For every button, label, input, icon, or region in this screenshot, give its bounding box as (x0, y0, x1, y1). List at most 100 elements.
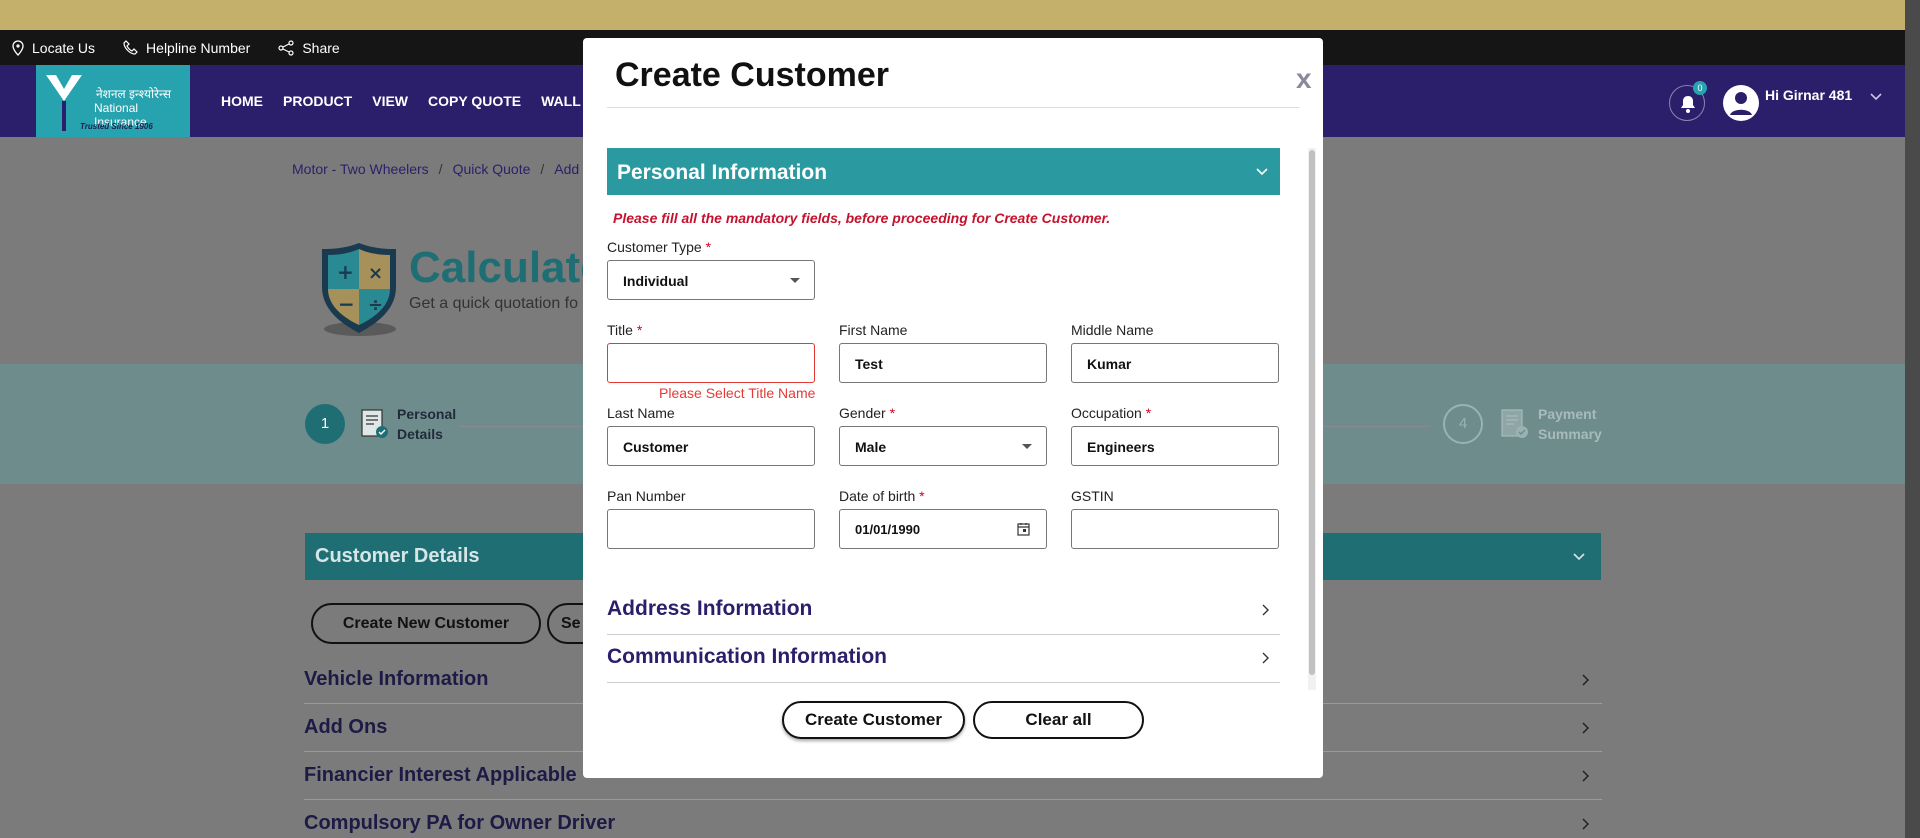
window-edge (1905, 0, 1920, 838)
nav-copy-quote[interactable]: COPY QUOTE (428, 93, 521, 109)
step-4-line-1: Payment (1538, 406, 1597, 422)
last-name-field[interactable]: Customer (607, 426, 815, 466)
breadcrumb-item[interactable]: Add (554, 161, 579, 177)
occupation-label: Occupation * (1071, 405, 1151, 421)
chevron-down-icon (1573, 553, 1585, 561)
gender-label: Gender * (839, 405, 895, 421)
accordion-label: Add Ons (304, 716, 388, 738)
accordion-compulsory-pa[interactable]: Compulsory PA for Owner Driver (304, 800, 1602, 838)
nav-product[interactable]: PRODUCT (283, 93, 352, 109)
required-marker: * (636, 322, 643, 338)
step-4-indicator: 4 (1443, 404, 1483, 444)
occupation-label-text: Occupation (1071, 405, 1142, 421)
required-marker: * (1145, 405, 1152, 421)
page-subtitle: Get a quick quotation fo (409, 295, 578, 312)
dob-value: 01/01/1990 (855, 522, 921, 537)
gender-value: Male (855, 439, 887, 455)
mandatory-warning: Please fill all the mandatory fields, be… (613, 210, 1111, 226)
personal-information-title: Personal Information (617, 161, 828, 184)
chevron-right-icon (1582, 674, 1590, 686)
accordion-label: Vehicle Information (304, 668, 489, 690)
dropdown-caret-icon (1022, 444, 1032, 449)
chevron-right-icon (1582, 722, 1590, 734)
create-customer-modal: Create Customer x Personal Information P… (583, 38, 1323, 778)
title-select[interactable] (607, 343, 815, 383)
gender-select[interactable]: Male (839, 426, 1047, 466)
nav-home[interactable]: HOME (221, 93, 263, 109)
page-title: Calculate (409, 243, 605, 292)
title-error-message: Please Select Title Name (659, 385, 816, 401)
user-avatar[interactable] (1723, 85, 1759, 121)
communication-information-row[interactable]: Communication Information (607, 635, 1280, 683)
customer-type-select[interactable]: Individual (607, 260, 815, 300)
chevron-right-icon (1582, 770, 1590, 782)
address-information-title: Address Information (607, 597, 813, 620)
share-label: Share (302, 39, 340, 56)
pan-number-field[interactable] (607, 509, 815, 549)
gstin-field[interactable] (1071, 509, 1279, 549)
pan-number-label: Pan Number (607, 488, 686, 504)
notification-count-badge: 0 (1693, 81, 1707, 95)
title-label-text: Title (607, 322, 633, 338)
helpline-link[interactable]: Helpline Number (123, 40, 250, 56)
required-marker: * (889, 405, 896, 421)
title-label: Title * (607, 322, 642, 338)
required-marker: * (919, 488, 925, 504)
brand-logo[interactable]: नेशनल इन्श्योरेन्स National Insurance Tr… (36, 65, 190, 137)
notifications-button[interactable]: 0 (1669, 81, 1707, 121)
clear-all-button[interactable]: Clear all (973, 701, 1144, 739)
calendar-icon[interactable] (1017, 522, 1030, 536)
create-customer-button[interactable]: Create Customer (782, 701, 965, 739)
locate-us-label: Locate Us (32, 39, 96, 56)
gstin-label: GSTIN (1071, 488, 1114, 504)
promo-bar (0, 0, 1905, 30)
share-icon (278, 39, 294, 56)
nav-wallet[interactable]: WALL (541, 93, 581, 109)
brand-tagline: Trusted Since 1906 (80, 122, 153, 131)
close-button[interactable]: x (1296, 63, 1312, 95)
step-1-line-1: Personal (397, 406, 457, 422)
chevron-down-icon[interactable] (1870, 93, 1882, 101)
last-name-value: Customer (623, 439, 689, 455)
dob-label-text: Date of birth (839, 488, 916, 504)
breadcrumb-item[interactable]: Motor - Two Wheelers (292, 161, 429, 177)
step-1-label: Personal Details (397, 404, 456, 444)
chevron-right-icon (1582, 818, 1590, 830)
first-name-field[interactable]: Test (839, 343, 1047, 383)
document-check-icon (1501, 409, 1528, 438)
middle-name-value: Kumar (1087, 356, 1132, 372)
locate-us-link[interactable]: Locate Us (12, 40, 95, 56)
personal-information-header[interactable]: Personal Information (607, 148, 1280, 195)
share-link[interactable]: Share (278, 39, 340, 56)
chevron-right-icon (1262, 604, 1269, 616)
breadcrumb-separator: / (438, 161, 443, 177)
modal-scrollbar-thumb[interactable] (1309, 150, 1315, 675)
accordion-label: Compulsory PA for Owner Driver (304, 812, 616, 834)
occupation-value: Engineers (1087, 439, 1155, 455)
customer-details-title: Customer Details (315, 545, 480, 567)
nav-links: HOME PRODUCT VIEW COPY QUOTE WALL (221, 93, 601, 109)
phone-icon (123, 40, 138, 55)
middle-name-label: Middle Name (1071, 322, 1154, 338)
modal-title: Create Customer (615, 56, 889, 94)
svg-text:÷: ÷ (368, 295, 383, 316)
dob-field[interactable]: 01/01/1990 (839, 509, 1047, 549)
create-new-customer-button[interactable]: Create New Customer (311, 603, 541, 644)
helpline-label: Helpline Number (146, 39, 251, 56)
bell-icon (1681, 96, 1695, 113)
step-1-line-2: Details (397, 426, 443, 442)
breadcrumb-item[interactable]: Quick Quote (453, 161, 531, 177)
accordion-label: Financier Interest Applicable (304, 764, 577, 786)
nav-view[interactable]: VIEW (372, 93, 408, 109)
first-name-value: Test (855, 356, 883, 372)
middle-name-field[interactable]: Kumar (1071, 343, 1279, 383)
address-information-row[interactable]: Address Information (607, 587, 1280, 635)
svg-text:+: + (337, 260, 354, 284)
occupation-field[interactable]: Engineers (1071, 426, 1279, 466)
user-greeting[interactable]: Hi Girnar 481 (1765, 87, 1852, 103)
step-1-indicator: 1 (305, 404, 345, 444)
customer-type-label-text: Customer Type (607, 239, 702, 255)
step-4-line-2: Summary (1538, 426, 1602, 442)
svg-text:−: − (338, 292, 355, 316)
customer-type-value: Individual (623, 273, 689, 289)
